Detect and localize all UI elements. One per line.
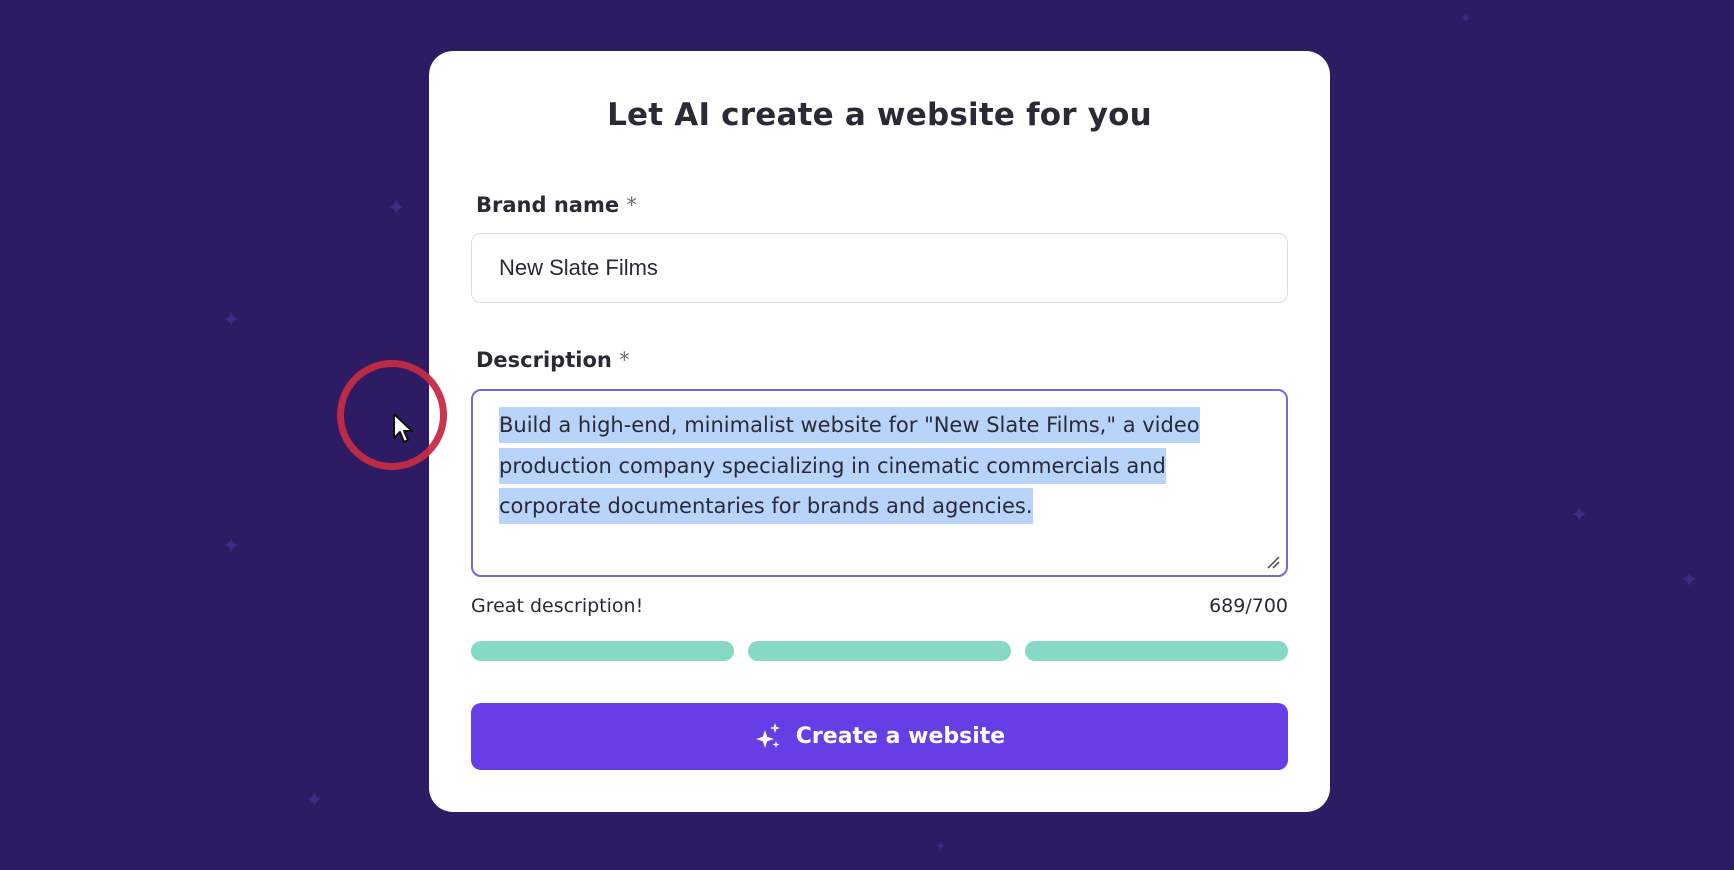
quality-meter	[471, 641, 1288, 661]
background-sparkle-icon: ✦	[1460, 11, 1472, 27]
quality-bar	[748, 641, 1011, 661]
background-sparkle-icon: ✦	[1680, 568, 1699, 593]
background-sparkle-icon: ✦	[305, 788, 324, 813]
create-website-label: Create a website	[795, 724, 1006, 749]
brand-name-label-text: Brand name	[476, 193, 620, 217]
background-sparkle-icon: ✦	[222, 534, 241, 559]
background-sparkle-icon: ✦	[387, 196, 406, 221]
brand-name-input[interactable]: New Slate Films	[471, 233, 1288, 303]
background-sparkle-icon: ✦	[222, 308, 241, 333]
description-textarea[interactable]: Build a high-end, minimalist website for…	[471, 389, 1288, 577]
quality-bar	[471, 641, 734, 661]
character-counter: 689/700	[1209, 595, 1288, 617]
description-label-text: Description	[476, 348, 612, 372]
background-sparkle-icon: ✦	[935, 839, 947, 855]
mouse-cursor-icon	[393, 413, 413, 443]
create-website-button[interactable]: Create a website	[471, 703, 1288, 770]
resize-handle-icon[interactable]	[1266, 555, 1280, 569]
description-label: Description *	[476, 348, 630, 372]
sparkles-icon	[755, 722, 780, 748]
quality-bar	[1025, 641, 1288, 661]
page-title: Let AI create a website for you	[607, 97, 1152, 133]
background-sparkle-icon: ✦	[1570, 503, 1589, 528]
required-mark: *	[619, 348, 630, 372]
ai-website-card: Let AI create a website for you Brand na…	[429, 51, 1330, 812]
brand-name-label: Brand name *	[476, 193, 637, 217]
description-feedback: Great description!	[471, 595, 644, 617]
required-mark: *	[626, 193, 637, 217]
description-selected-text: Build a high-end, minimalist website for…	[499, 407, 1200, 524]
